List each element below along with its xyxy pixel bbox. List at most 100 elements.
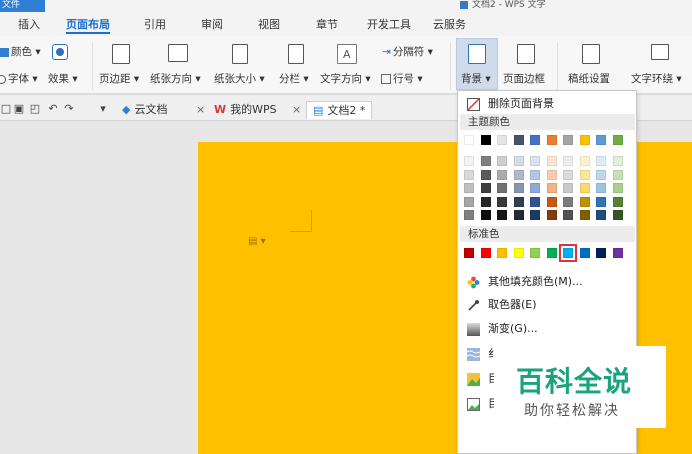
- more-fill-colors-item[interactable]: 其他填充颜色(M)...: [458, 271, 636, 293]
- theme-shade-swatch[interactable]: [497, 183, 507, 193]
- standard-color-swatch[interactable]: [579, 248, 590, 258]
- tab-chapter[interactable]: 章节: [316, 16, 338, 34]
- theme-shade-swatch[interactable]: [513, 169, 524, 180]
- tab-insert[interactable]: 插入: [18, 16, 40, 34]
- open-icon[interactable]: □: [0, 103, 12, 115]
- theme-color-swatch[interactable]: [497, 135, 507, 145]
- theme-shade-swatch[interactable]: [579, 183, 590, 193]
- theme-shade-swatch[interactable]: [596, 196, 606, 207]
- line-number-button[interactable]: 行号 ▾: [381, 71, 423, 86]
- theme-shade-swatch[interactable]: [596, 183, 606, 193]
- theme-shade-swatch[interactable]: [464, 169, 474, 180]
- standard-color-swatch[interactable]: [464, 248, 474, 258]
- theme-shade-swatch[interactable]: [563, 156, 573, 166]
- background-button[interactable]: 背景 ▾: [461, 71, 491, 86]
- theme-shade-swatch[interactable]: [497, 156, 507, 166]
- standard-color-swatch[interactable]: [497, 248, 507, 258]
- theme-color-swatch[interactable]: [563, 135, 573, 145]
- theme-color-swatch[interactable]: [530, 135, 540, 145]
- theme-shade-swatch[interactable]: [497, 169, 507, 180]
- doc-tab-mywps[interactable]: W 我的WPS: [214, 101, 277, 119]
- margins-button[interactable]: 页边距 ▾: [99, 71, 139, 86]
- theme-shade-swatch[interactable]: [612, 156, 623, 166]
- theme-color-button[interactable]: 颜色 ▾: [0, 44, 41, 59]
- remove-page-background-item[interactable]: 删除页面背景: [458, 93, 636, 115]
- theme-shade-swatch[interactable]: [563, 183, 573, 193]
- doc-tab-cloud[interactable]: ◆ 云文档: [122, 101, 167, 119]
- theme-shade-swatch[interactable]: [480, 183, 491, 193]
- theme-shade-swatch[interactable]: [579, 196, 590, 207]
- close-icon[interactable]: ×: [292, 101, 301, 119]
- theme-shade-swatch[interactable]: [596, 210, 606, 220]
- standard-color-swatch[interactable]: [530, 248, 540, 258]
- theme-effect-icon[interactable]: [52, 44, 68, 60]
- theme-shade-swatch[interactable]: [513, 183, 524, 193]
- theme-shade-swatch[interactable]: [464, 156, 474, 166]
- theme-shade-swatch[interactable]: [530, 169, 540, 180]
- print-preview-icon[interactable]: ◰: [29, 103, 41, 115]
- theme-shade-swatch[interactable]: [530, 196, 540, 207]
- theme-shade-swatch[interactable]: [480, 169, 491, 180]
- standard-color-swatch[interactable]: [546, 248, 557, 258]
- separator-button[interactable]: ⇥ 分隔符 ▾: [382, 44, 433, 59]
- theme-shade-swatch[interactable]: [497, 196, 507, 207]
- theme-shade-swatch[interactable]: [563, 196, 573, 207]
- theme-shade-swatch[interactable]: [513, 196, 524, 207]
- columns-button[interactable]: 分栏 ▾: [279, 71, 309, 86]
- theme-color-swatch[interactable]: [579, 135, 590, 145]
- close-icon[interactable]: ×: [196, 101, 205, 119]
- text-wrap-button[interactable]: 文字环绕 ▾: [631, 71, 682, 86]
- standard-color-swatch[interactable]: [480, 248, 491, 258]
- undo-icon[interactable]: ↶: [47, 103, 59, 115]
- tab-page-layout[interactable]: 页面布局: [66, 16, 110, 34]
- theme-color-swatch[interactable]: [596, 135, 606, 145]
- standard-color-swatch[interactable]: [612, 248, 623, 258]
- theme-shade-swatch[interactable]: [464, 210, 474, 220]
- theme-shade-swatch[interactable]: [530, 210, 540, 220]
- standard-color-swatch[interactable]: [596, 248, 606, 258]
- chevron-down-icon[interactable]: ▾: [97, 103, 109, 115]
- theme-shade-swatch[interactable]: [596, 169, 606, 180]
- paper-size-button[interactable]: 纸张大小 ▾: [214, 71, 265, 86]
- theme-shade-swatch[interactable]: [480, 156, 491, 166]
- doc-tab-document2[interactable]: ▤ 文档2 *: [306, 101, 373, 119]
- tab-view[interactable]: 视图: [258, 16, 280, 34]
- theme-shade-swatch[interactable]: [596, 156, 606, 166]
- paste-options-icon[interactable]: ▤ ▾: [248, 236, 266, 247]
- theme-shade-swatch[interactable]: [480, 196, 491, 207]
- theme-effect-button[interactable]: 效果 ▾: [48, 71, 78, 86]
- theme-shade-swatch[interactable]: [612, 210, 623, 220]
- theme-font-button[interactable]: 字体 ▾: [0, 71, 38, 86]
- theme-shade-swatch[interactable]: [546, 183, 557, 193]
- tab-references[interactable]: 引用: [144, 16, 166, 34]
- gradient-item[interactable]: 渐变(G)...: [458, 318, 636, 340]
- theme-shade-swatch[interactable]: [546, 210, 557, 220]
- eyedropper-item[interactable]: 取色器(E): [458, 294, 636, 316]
- theme-shade-swatch[interactable]: [546, 156, 557, 166]
- theme-shade-swatch[interactable]: [530, 156, 540, 166]
- print-icon[interactable]: ▣: [13, 103, 25, 115]
- theme-color-swatch[interactable]: [612, 135, 623, 145]
- theme-color-swatch[interactable]: [480, 135, 491, 145]
- standard-color-swatch[interactable]: [513, 248, 524, 258]
- theme-shade-swatch[interactable]: [464, 183, 474, 193]
- theme-shade-swatch[interactable]: [563, 210, 573, 220]
- theme-shade-swatch[interactable]: [612, 169, 623, 180]
- tab-developer[interactable]: 开发工具: [367, 16, 411, 34]
- redo-icon[interactable]: ↷: [63, 103, 75, 115]
- theme-shade-swatch[interactable]: [513, 156, 524, 166]
- theme-shade-swatch[interactable]: [546, 169, 557, 180]
- theme-shade-swatch[interactable]: [579, 156, 590, 166]
- tab-review[interactable]: 审阅: [201, 16, 223, 34]
- theme-color-swatch[interactable]: [546, 135, 557, 145]
- theme-shade-swatch[interactable]: [464, 196, 474, 207]
- theme-shade-swatch[interactable]: [612, 183, 623, 193]
- theme-shade-swatch[interactable]: [480, 210, 491, 220]
- theme-color-swatch[interactable]: [513, 135, 524, 145]
- text-direction-button[interactable]: 文字方向 ▾: [320, 71, 371, 86]
- theme-shade-swatch[interactable]: [563, 169, 573, 180]
- theme-shade-swatch[interactable]: [579, 210, 590, 220]
- theme-shade-swatch[interactable]: [530, 183, 540, 193]
- theme-shade-swatch[interactable]: [513, 210, 524, 220]
- orientation-button[interactable]: 纸张方向 ▾: [150, 71, 201, 86]
